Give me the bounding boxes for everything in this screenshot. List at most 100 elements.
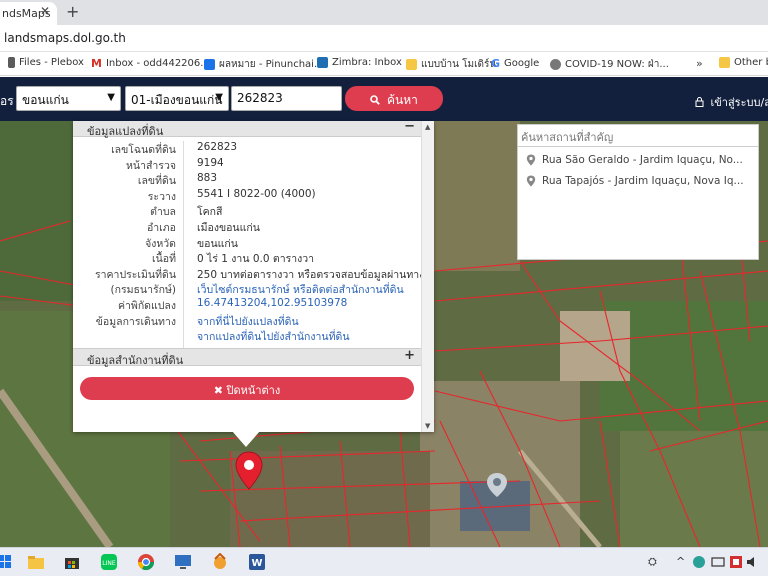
windows-start-icon[interactable] bbox=[0, 553, 14, 571]
info-row: ค่าพิกัดแปลง 16.47413204,102.95103978 bbox=[73, 297, 421, 313]
collapse-icon[interactable]: − bbox=[404, 119, 415, 134]
bookmark-item[interactable]: G Google bbox=[491, 57, 539, 70]
info-row-value: เมืองขอนแก่น bbox=[197, 221, 260, 234]
search-button[interactable]: ค้นหา bbox=[345, 86, 443, 111]
info-row-link[interactable]: เว็บไซต์กรมธนารักษ์ หรือติดต่อสำนักงานที… bbox=[197, 281, 404, 298]
close-tab-icon[interactable]: ✕ bbox=[40, 4, 50, 18]
bookmark-item[interactable]: » bbox=[696, 57, 703, 70]
close-window-button[interactable]: ✖ ปิดหน้าต่าง bbox=[80, 377, 414, 400]
chevron-down-icon: ▼ bbox=[107, 92, 115, 103]
network-icon[interactable] bbox=[711, 555, 725, 569]
word-icon[interactable]: W bbox=[248, 553, 266, 571]
bookmark-item[interactable]: COVID-19 NOW: ฝ่า... bbox=[550, 57, 669, 72]
parcel-info-title: ข้อมูลแปลงที่ดิน bbox=[87, 125, 164, 138]
gmail-icon: M bbox=[91, 57, 102, 70]
files-icon bbox=[8, 57, 15, 68]
outlook-icon bbox=[204, 59, 215, 70]
people-icon[interactable]: ⛭ bbox=[648, 555, 657, 569]
volume-icon[interactable] bbox=[746, 555, 760, 569]
info-row: ตำบล โคกสี bbox=[73, 203, 421, 219]
store-icon[interactable] bbox=[63, 553, 81, 571]
parcel-info-rows: เลขโฉนดที่ดิน 262823 หน้าสำรวจ 9194 เลขที่ดิ… bbox=[73, 141, 424, 345]
place-search-input[interactable]: ค้นหาสถานที่สำคัญ bbox=[518, 125, 758, 147]
bookmark-item[interactable]: M Inbox - odd442206... bbox=[91, 57, 210, 70]
info-row-key: จังหวัด bbox=[145, 237, 176, 250]
url-text: landsmaps.dol.go.th bbox=[4, 31, 126, 45]
map-marker-icon bbox=[487, 473, 507, 497]
info-row-key: เลขที่ดิน bbox=[137, 175, 176, 188]
login-link[interactable]: เข้าสู่ระบบ/ล bbox=[695, 93, 768, 111]
parcel-info-header[interactable]: ข้อมูลแปลงที่ดิน − bbox=[73, 119, 421, 138]
info-row-key: ข้อมูลการเดินทาง bbox=[95, 315, 176, 328]
bookmark-label: Zimbra: Inbox bbox=[332, 57, 402, 68]
info-row-value: 262823 bbox=[197, 141, 238, 153]
info-row-key: อำเภอ bbox=[146, 221, 176, 234]
location-pin-icon[interactable] bbox=[235, 451, 263, 491]
info-row-value: 9194 bbox=[197, 156, 224, 169]
svg-text:W: W bbox=[251, 558, 262, 569]
place-search-box: ค้นหาสถานที่สำคัญ Rua São Geraldo - Jard… bbox=[517, 124, 759, 260]
bookmark-label: COVID-19 NOW: ฝ่า... bbox=[565, 59, 669, 70]
info-row: อำเภอ เมืองขอนแก่น bbox=[73, 219, 421, 235]
tray-app-icon[interactable] bbox=[692, 555, 706, 569]
land-office-title: ข้อมูลสำนักงานที่ดิน bbox=[87, 354, 184, 367]
folder-icon bbox=[719, 57, 730, 68]
bookmark-label: Google bbox=[504, 58, 540, 69]
info-row: จังหวัด ขอนแก่น bbox=[73, 235, 421, 251]
info-row-value: 5541 I 8022-00 (4000) bbox=[197, 187, 316, 200]
new-tab-button[interactable]: + bbox=[66, 3, 80, 21]
place-result-item[interactable]: Rua São Geraldo - Jardim Iquaçu, No... bbox=[526, 154, 754, 166]
chevron-down-icon: ▼ bbox=[215, 92, 223, 103]
more-bookmarks-icon: » bbox=[696, 57, 703, 70]
info-row-link[interactable]: จากที่นี่ไปยังแปลงที่ดิน bbox=[197, 313, 299, 330]
bookmark-label: แบบบ้าน โมเดิร์น bbox=[421, 59, 497, 70]
place-result-label: Rua Tapajós - Jardim Iquaçu, Nova Iq... bbox=[542, 175, 744, 187]
info-row-value: ขอนแก่น bbox=[197, 237, 238, 250]
expand-icon[interactable]: + bbox=[404, 348, 415, 363]
zimbra-icon bbox=[317, 57, 328, 68]
land-office-header[interactable]: ข้อมูลสำนักงานที่ดิน + bbox=[73, 348, 421, 367]
bookmark-label: Files - Plebox bbox=[19, 57, 84, 68]
svg-text:LINE: LINE bbox=[102, 560, 116, 567]
info-row: เนื้อที่ 0 ไร่ 1 งาน 0.0 ตารางวา bbox=[73, 250, 421, 266]
province-select[interactable]: ขอนแก่น ▼ bbox=[16, 86, 121, 111]
scroll-down-icon[interactable]: ▼ bbox=[425, 422, 430, 430]
login-label: เข้าสู่ระบบ/ล bbox=[710, 96, 768, 109]
info-row-link[interactable]: 16.47413204,102.95103978 bbox=[197, 297, 347, 309]
google-icon: G bbox=[491, 57, 501, 70]
info-row-key: ราคาประเมินที่ดิน bbox=[94, 268, 176, 281]
bookmark-item[interactable]: Files - Plebox bbox=[8, 57, 84, 68]
district-select[interactable]: 01-เมืองขอนแก่น ▼ bbox=[125, 86, 229, 111]
info-row-key: เนื้อที่ bbox=[152, 253, 176, 266]
info-row-key: (กรมธนารักษ์) bbox=[110, 284, 176, 297]
place-result-label: Rua São Geraldo - Jardim Iquaçu, No... bbox=[542, 154, 743, 166]
panel-scrollbar[interactable]: ▲ ▼ bbox=[421, 121, 434, 432]
bookmark-item[interactable]: Zimbra: Inbox bbox=[317, 57, 402, 68]
chevron-up-icon[interactable]: ^ bbox=[676, 555, 685, 568]
bookmark-item[interactable]: Other bo bbox=[719, 57, 768, 68]
bookmark-item[interactable]: ผลหมาย - Pinunchai... bbox=[204, 57, 324, 72]
close-window-label: ✖ ปิดหน้าต่าง bbox=[213, 384, 281, 397]
address-bar[interactable]: landsmaps.dol.go.th bbox=[0, 25, 768, 52]
chrome-icon[interactable] bbox=[137, 553, 155, 571]
line-app-icon[interactable]: LINE bbox=[100, 553, 118, 571]
remote-desktop-icon[interactable] bbox=[174, 553, 192, 571]
location-pin-icon bbox=[526, 154, 536, 166]
info-row-link[interactable]: จากแปลงที่ดินไปยังสำนักงานที่ดิน bbox=[197, 328, 350, 345]
info-row: หน้าสำรวจ 9194 bbox=[73, 157, 421, 173]
search-label: ค้นหา bbox=[386, 93, 418, 107]
parcel-number-input[interactable]: 262823 bbox=[231, 86, 342, 111]
antivirus-icon[interactable] bbox=[729, 555, 743, 569]
file-explorer-icon[interactable] bbox=[27, 553, 45, 571]
search-icon bbox=[370, 95, 380, 105]
bookmarks-bar: Files - Plebox M Inbox - odd442206... ผล… bbox=[0, 52, 768, 76]
bookmark-item[interactable]: แบบบ้าน โมเดิร์น bbox=[406, 57, 496, 72]
info-row-value: 0 ไร่ 1 งาน 0.0 ตารางวา bbox=[197, 253, 315, 266]
bookmark-label: Inbox - odd442206... bbox=[105, 58, 210, 69]
place-result-item[interactable]: Rua Tapajós - Jardim Iquaçu, Nova Iq... bbox=[526, 175, 754, 187]
covid-site-icon bbox=[550, 59, 561, 70]
scroll-up-icon[interactable]: ▲ bbox=[425, 123, 430, 131]
info-row: (กรมธนารักษ์) เว็บไซต์กรมธนารักษ์ หรือติด… bbox=[73, 281, 421, 297]
app-icon[interactable] bbox=[211, 553, 229, 571]
info-row: เลขที่ดิน 883 bbox=[73, 172, 421, 188]
